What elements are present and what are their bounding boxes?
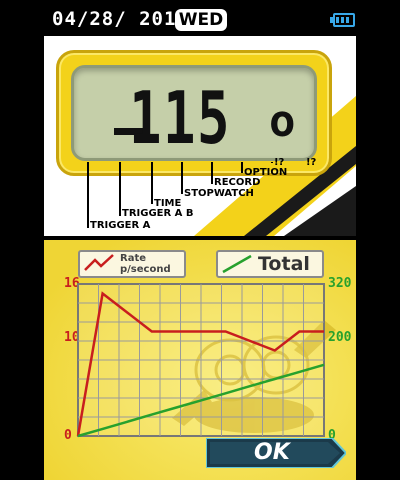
mode-trigger-a[interactable]: TRIGGER A (90, 220, 150, 231)
top-screen: 115 o TRIGGER A TRIGGER A B TIME STOPWAT… (44, 36, 356, 236)
status-bar: 04/28/ 2010 WED (0, 0, 400, 36)
mode-secret-1[interactable]: !? (274, 157, 284, 168)
mode-record[interactable]: RECORD (214, 177, 260, 188)
mode-trigger-ab[interactable]: TRIGGER A B (122, 208, 194, 219)
mode-time[interactable]: TIME (154, 198, 181, 209)
weekday-badge: WED (175, 9, 227, 31)
mode-pointer-lines (87, 162, 273, 228)
ok-button[interactable]: OK (206, 438, 346, 468)
ok-label: OK (254, 440, 290, 465)
battery-icon (330, 13, 355, 27)
mode-stopwatch[interactable]: STOPWATCH (184, 188, 254, 199)
mode-option[interactable]: OPTION (244, 167, 287, 178)
mode-secret-2[interactable]: !? (306, 157, 316, 168)
date-text: 04/28/ 2010 (52, 8, 189, 30)
bottom-screen: Rate p/second Total 16 10 0 320 200 0 OK (44, 240, 356, 480)
